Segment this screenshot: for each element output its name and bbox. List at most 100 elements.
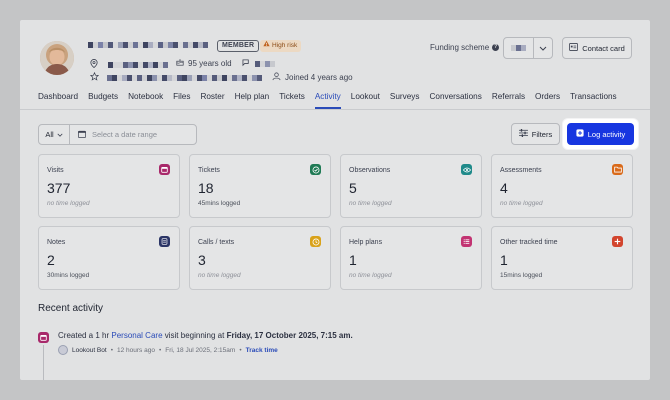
activity-prefix: Created a 1 hr xyxy=(58,331,112,340)
location-pin-icon xyxy=(90,59,98,70)
funding-scheme-label: Funding scheme ? xyxy=(430,43,500,52)
tab-lookout[interactable]: Lookout xyxy=(351,92,380,106)
card-value: 3 xyxy=(198,252,206,268)
activity-middle: visit beginning at xyxy=(162,331,227,340)
tab-budgets[interactable]: Budgets xyxy=(88,92,118,106)
calendar-icon xyxy=(78,130,86,140)
favourite-row xyxy=(89,71,262,83)
personal-care-link[interactable]: Personal Care xyxy=(111,331,162,340)
age-text: 95 years old xyxy=(188,58,232,68)
card-subtitle: 30mins logged xyxy=(47,272,90,279)
tab-orders[interactable]: Orders xyxy=(535,92,560,106)
eye-icon xyxy=(461,164,472,175)
card-subtitle: no time logged xyxy=(198,272,241,279)
user-join-icon xyxy=(272,72,281,83)
location-row xyxy=(90,59,168,70)
chevron-down-icon xyxy=(534,38,552,58)
activity-item-text: Created a 1 hr Personal Care visit begin… xyxy=(58,331,353,340)
star-icon xyxy=(89,71,100,83)
joined-text: Joined 4 years ago xyxy=(285,73,353,82)
card-title: Observations xyxy=(349,167,391,174)
card-title: Help plans xyxy=(349,239,383,246)
other-tracked-time-card[interactable]: Other tracked time 1 15mins logged xyxy=(491,226,633,290)
card-value: 1 xyxy=(349,252,357,268)
warning-icon xyxy=(263,40,270,52)
chat-icon xyxy=(242,59,251,69)
card-value: 4 xyxy=(500,180,508,196)
chevron-down-icon xyxy=(57,130,63,139)
redacted-name xyxy=(88,42,208,48)
separator: • xyxy=(239,346,242,354)
card-subtitle: 45mins logged xyxy=(198,200,241,207)
help-plans-card[interactable]: Help plans 1 no time logged xyxy=(340,226,482,290)
redacted-address xyxy=(108,61,168,68)
plus-icon xyxy=(612,236,623,247)
activity-relative-time: 12 hours ago xyxy=(116,346,155,354)
folder-icon xyxy=(612,164,623,175)
notes-card[interactable]: Notes 2 30mins logged xyxy=(38,226,180,290)
contact-card-button[interactable]: Contact card xyxy=(562,37,632,59)
high-risk-label: High risk xyxy=(272,42,298,49)
calendar-icon xyxy=(38,332,49,343)
list-icon xyxy=(461,236,472,247)
card-subtitle: no time logged xyxy=(349,200,392,207)
date-range-input[interactable]: Select a date range xyxy=(69,124,197,145)
sliders-icon xyxy=(518,129,528,139)
calls-texts-card[interactable]: Calls / texts 3 no time logged xyxy=(189,226,331,290)
card-subtitle: 15mins logged xyxy=(500,272,543,279)
separator: • xyxy=(110,346,113,354)
card-subtitle: no time logged xyxy=(500,200,543,207)
card-value: 18 xyxy=(198,180,214,196)
tab-surveys[interactable]: Surveys xyxy=(390,92,420,106)
tab-notebook[interactable]: Notebook xyxy=(128,92,163,106)
tab-help-plan[interactable]: Help plan xyxy=(235,92,270,106)
activity-date: Friday, 17 October 2025, 7:15 am. xyxy=(226,331,353,340)
tab-conversations[interactable]: Conversations xyxy=(429,92,481,106)
type-filter-value: All xyxy=(45,130,54,139)
client-avatar xyxy=(40,41,74,75)
separator: • xyxy=(158,346,162,354)
card-value: 5 xyxy=(349,180,357,196)
tab-activity[interactable]: Activity xyxy=(314,92,341,109)
tab-dashboard[interactable]: Dashboard xyxy=(38,92,78,106)
tab-roster[interactable]: Roster xyxy=(200,92,224,106)
calendar-icon xyxy=(159,164,170,175)
age-row: 95 years old xyxy=(176,58,232,68)
tab-transactions[interactable]: Transactions xyxy=(570,92,617,106)
cake-icon xyxy=(176,58,184,68)
observations-card[interactable]: Observations 5 no time logged xyxy=(340,154,482,218)
card-title: Visits xyxy=(47,167,64,174)
filters-label: Filters xyxy=(531,129,553,139)
check-icon xyxy=(310,164,321,175)
card-subtitle: no time logged xyxy=(349,272,392,279)
filters-button[interactable]: Filters xyxy=(511,123,560,145)
member-badge: MEMBER xyxy=(217,40,260,52)
card-value: 2 xyxy=(47,252,55,268)
date-range-placeholder: Select a date range xyxy=(92,130,158,139)
activity-item-meta: Lookout Bot • 12 hours ago • Fri, 18 Jul… xyxy=(58,345,278,355)
recent-activity-heading: Recent activity xyxy=(38,303,104,314)
activity-author: Lookout Bot xyxy=(72,346,107,354)
log-activity-label: Log activity xyxy=(587,129,626,139)
joined-row: Joined 4 years ago xyxy=(272,72,353,83)
tickets-card[interactable]: Tickets 18 45mins logged xyxy=(189,154,331,218)
card-title: Calls / texts xyxy=(198,239,235,246)
tab-tickets[interactable]: Tickets xyxy=(279,92,305,106)
card-title: Other tracked time xyxy=(500,239,558,246)
help-icon[interactable]: ? xyxy=(492,44,500,51)
tab-files[interactable]: Files xyxy=(173,92,190,106)
redacted-language xyxy=(255,61,275,67)
log-activity-button[interactable]: Log activity xyxy=(567,123,634,145)
visits-card[interactable]: Visits 377 no time logged xyxy=(38,154,180,218)
card-value: 1 xyxy=(500,252,508,268)
funding-scheme-select[interactable] xyxy=(503,37,553,59)
tabs-divider xyxy=(20,109,650,110)
language-row xyxy=(242,59,275,69)
card-value: 377 xyxy=(47,180,71,196)
card-title: Assessments xyxy=(500,167,542,174)
timeline-line xyxy=(43,345,44,380)
assessments-card[interactable]: Assessments 4 no time logged xyxy=(491,154,633,218)
type-filter-select[interactable]: All xyxy=(38,124,70,145)
track-time-link[interactable]: Track time xyxy=(246,347,278,354)
tab-referrals[interactable]: Referrals xyxy=(492,92,525,106)
